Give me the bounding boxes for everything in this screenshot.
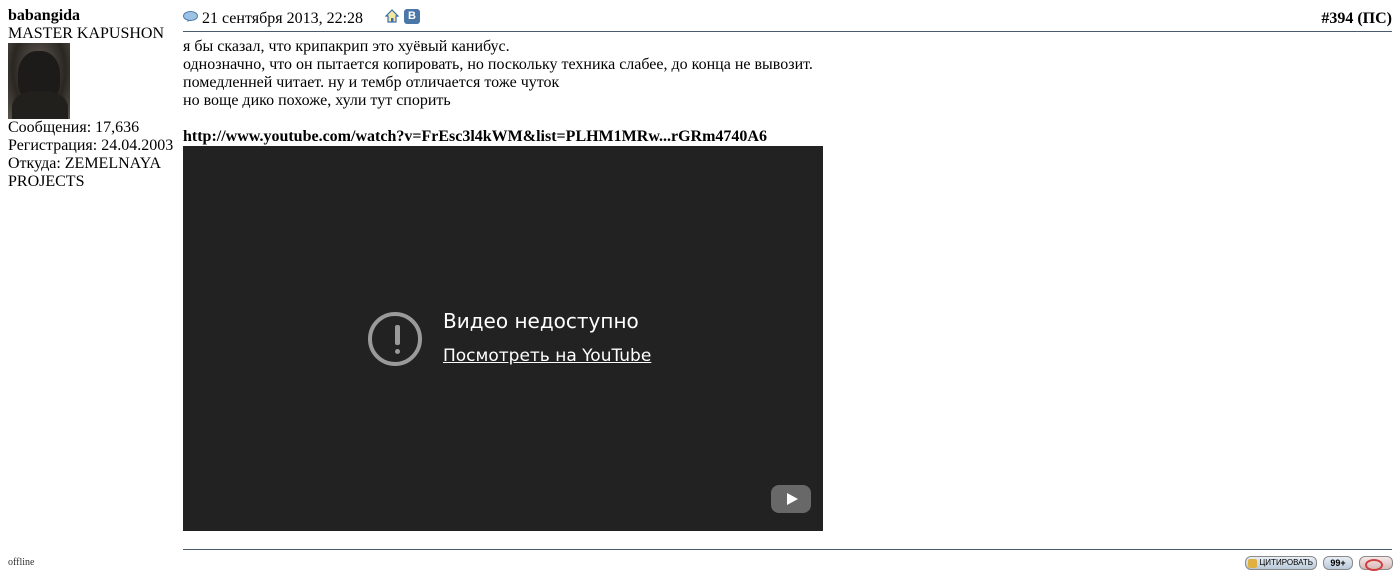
user-messages: Сообщения: 17,636 <box>8 119 140 136</box>
youtube-icon[interactable] <box>771 485 811 513</box>
post-line: но вощe дико похоже, хули тут спорить <box>183 92 451 109</box>
status-badge: offline <box>8 557 35 568</box>
vk-icon[interactable]: В <box>404 9 420 24</box>
post-line: помедленней читает. ну и тембр отличаетс… <box>183 74 560 91</box>
username[interactable]: babangida <box>8 7 178 25</box>
video-embed[interactable]: Видео недоступно Посмотреть на YouTube <box>183 146 823 531</box>
video-unavailable-title: Видео недоступно <box>443 309 639 333</box>
post-icon <box>183 11 198 22</box>
user-info: babangida MASTER KAPUSHON Сообщения: 17,… <box>8 7 178 191</box>
post-line: я бы сказал, что крипакрип это хуёвый ка… <box>183 38 510 55</box>
footer-divider <box>183 549 1392 550</box>
user-location: Откуда: ZEMELNAYA PROJECTS <box>8 155 161 190</box>
avatar[interactable] <box>8 43 70 119</box>
user-title: MASTER KAPUSHON <box>8 25 165 42</box>
warning-icon <box>368 312 422 366</box>
post-number[interactable]: #394 (ПС) <box>1321 10 1392 28</box>
post-header: 21 сентября 2013, 22:28 В #394 (ПС) <box>183 7 1392 32</box>
watch-on-youtube-link[interactable]: Посмотреть на YouTube <box>443 346 651 366</box>
youtube-link[interactable]: http://www.youtube.com/watch?v=FrEsc3l4k… <box>183 128 767 146</box>
home-icon[interactable] <box>385 9 399 23</box>
user-registered: Регистрация: 24.04.2003 <box>8 137 174 154</box>
post-date: 21 сентября 2013, 22:28 <box>202 10 364 27</box>
post-body: я бы сказал, что крипакрип это хуёвый ка… <box>183 38 1283 110</box>
post-line: однозначно, что он пытается копировать, … <box>183 56 813 73</box>
